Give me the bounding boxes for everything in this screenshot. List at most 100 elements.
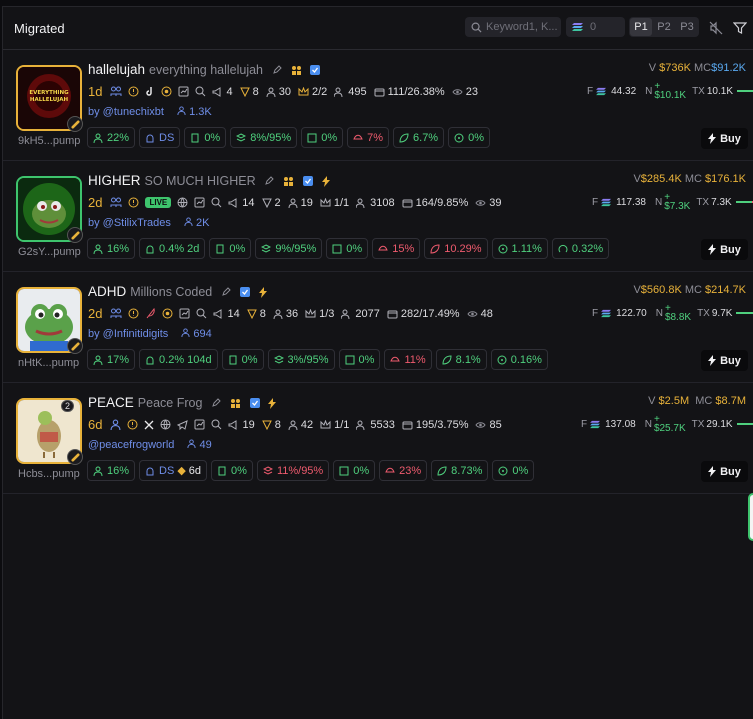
token-address[interactable]: 9kH5...pump [18, 135, 80, 147]
chip-top-holders[interactable]: 16% [87, 238, 136, 259]
side-widget-edge[interactable] [748, 493, 753, 541]
holders-count-value: 3108 [370, 196, 395, 209]
users-icon[interactable] [110, 308, 122, 319]
chip-dev-sold[interactable]: 0.4% 2d [139, 238, 206, 259]
f-value: 122.70 [616, 307, 647, 319]
x-icon[interactable] [144, 420, 154, 430]
edit-icon[interactable] [272, 65, 282, 75]
chart-icon [345, 355, 355, 364]
chip-lp-burned[interactable]: 0% [326, 238, 369, 259]
user-icon[interactable] [110, 419, 121, 430]
sound-off-icon[interactable] [709, 21, 723, 35]
chip-target[interactable]: 0% [448, 127, 490, 148]
buy-button[interactable]: Buy [701, 461, 748, 482]
feather-icon[interactable] [145, 308, 156, 319]
dex-icon[interactable] [194, 197, 205, 208]
creator-line[interactable]: by @tunechixbt 1.3K [88, 106, 212, 118]
edit-icon[interactable] [221, 287, 231, 297]
chip-top-holders[interactable]: 16% [87, 460, 136, 481]
chip-target[interactable]: 0% [492, 460, 535, 481]
tx-value: 9.7K [711, 307, 733, 319]
filter-icon[interactable] [733, 21, 747, 35]
info-icon[interactable] [128, 308, 139, 319]
chip-paid[interactable]: 6.7% [393, 127, 445, 148]
token-row-hallelujah[interactable]: EVERYTHING HALLELUJAH 9kH5...pump hallel… [3, 50, 753, 161]
chip-bundles[interactable]: 8%/95% [230, 127, 298, 148]
target-icon [454, 133, 464, 142]
search-icon[interactable] [211, 419, 222, 430]
live-badge[interactable]: LIVE [145, 197, 172, 208]
tab-p1[interactable]: P1 [630, 18, 652, 36]
creator-handle[interactable]: by @Infinitidigits [88, 328, 168, 340]
chip-target[interactable]: 0.16% [490, 349, 548, 370]
chip-dev-sold[interactable]: 0.2% 104d [139, 349, 218, 370]
chip-lp-burned[interactable]: 0% [301, 127, 344, 148]
chip-snipers[interactable]: 23% [379, 460, 428, 481]
globe-icon[interactable] [160, 419, 171, 430]
search-input[interactable]: Keyword1, K... [465, 17, 561, 37]
chip-snipers[interactable]: 7% [347, 127, 390, 148]
creator-handle[interactable]: by @StilixTrades [88, 217, 171, 229]
chip-insiders[interactable]: 0% [184, 127, 227, 148]
info-icon[interactable] [127, 419, 138, 430]
chip-insiders[interactable]: 0% [221, 349, 264, 370]
token-row-peace[interactable]: 2 Hcbs...pump PEACE Peace Frog 6d 19 8 42… [3, 383, 753, 494]
chip-snipers[interactable]: 15% [372, 238, 421, 259]
info-icon[interactable] [128, 197, 139, 208]
dex-icon[interactable] [178, 86, 189, 97]
edit-icon[interactable] [211, 398, 221, 408]
lightning-icon [258, 286, 267, 298]
chip-paid[interactable]: 8.1% [435, 349, 487, 370]
chip-bundles[interactable]: 3%/95% [267, 349, 335, 370]
creator-line[interactable]: by @Infinitidigits 694 [88, 328, 212, 340]
token-address[interactable]: nHtK...pump [18, 357, 79, 369]
globe-icon[interactable] [177, 197, 188, 208]
chip-paid[interactable]: 8.73% [431, 460, 489, 481]
search-icon[interactable] [196, 308, 207, 319]
buy-button[interactable]: Buy [701, 128, 748, 149]
token-row-higher[interactable]: G2sY...pump HIGHER SO MUCH HIGHER 2d LIVE… [3, 161, 753, 272]
search-icon[interactable] [195, 86, 206, 97]
pump-icon[interactable] [162, 308, 173, 319]
edit-icon[interactable] [264, 176, 275, 186]
creator-handle[interactable]: by @tunechixbt [88, 106, 164, 118]
chip-fees[interactable]: 0.32% [551, 238, 610, 259]
tab-p2[interactable]: P2 [653, 18, 675, 36]
dex-icon[interactable] [179, 308, 190, 319]
tx-value: 10.1K [706, 85, 733, 97]
chip-dev-sold[interactable]: DS [139, 127, 181, 148]
users-icon[interactable] [110, 86, 122, 97]
token-address[interactable]: G2sY...pump [18, 246, 81, 258]
creator-handle[interactable]: @peacefrogworld [88, 439, 174, 451]
min-value-input[interactable]: 0 [566, 17, 625, 37]
tiktok-icon[interactable] [145, 86, 155, 97]
users-icon[interactable] [110, 197, 122, 208]
creator-line[interactable]: @peacefrogworld 49 [88, 439, 212, 451]
person-icon [93, 244, 103, 254]
chip-bundles[interactable]: 11%/95% [256, 460, 330, 481]
chip-bundles[interactable]: 9%/95% [255, 238, 323, 259]
chip-dev-sold[interactable]: DS ◆ 6d [139, 460, 208, 481]
chip-paid[interactable]: 10.29% [424, 238, 488, 259]
chip-target[interactable]: 1.11% [491, 238, 548, 259]
chip-lp-burned[interactable]: 0% [338, 349, 381, 370]
info-icon[interactable] [128, 86, 139, 97]
chip-snipers[interactable]: 11% [384, 349, 432, 370]
buy-button[interactable]: Buy [701, 350, 748, 371]
chip-top-holders[interactable]: 17% [87, 349, 136, 370]
token-row-adhd[interactable]: nHtK...pump ADHD Millions Coded 2d 14 8 3… [3, 272, 753, 383]
chip-lp-burned[interactable]: 0% [333, 460, 376, 481]
chip-top-holders[interactable]: 22% [87, 127, 136, 148]
tab-p3[interactable]: P3 [676, 18, 698, 36]
buy-button[interactable]: Buy [701, 239, 748, 260]
token-address[interactable]: Hcbs...pump [18, 468, 80, 480]
telegram-icon[interactable] [177, 419, 189, 430]
creator-line[interactable]: by @StilixTrades 2K [88, 217, 210, 229]
market-cap-value: $8.7M [715, 395, 746, 407]
search-icon[interactable] [211, 197, 222, 208]
n-value: $8.8K [664, 312, 692, 323]
chip-insiders[interactable]: 0% [211, 460, 253, 481]
chip-insiders[interactable]: 0% [209, 238, 252, 259]
pump-icon[interactable] [161, 86, 172, 97]
dex-icon[interactable] [194, 419, 205, 430]
